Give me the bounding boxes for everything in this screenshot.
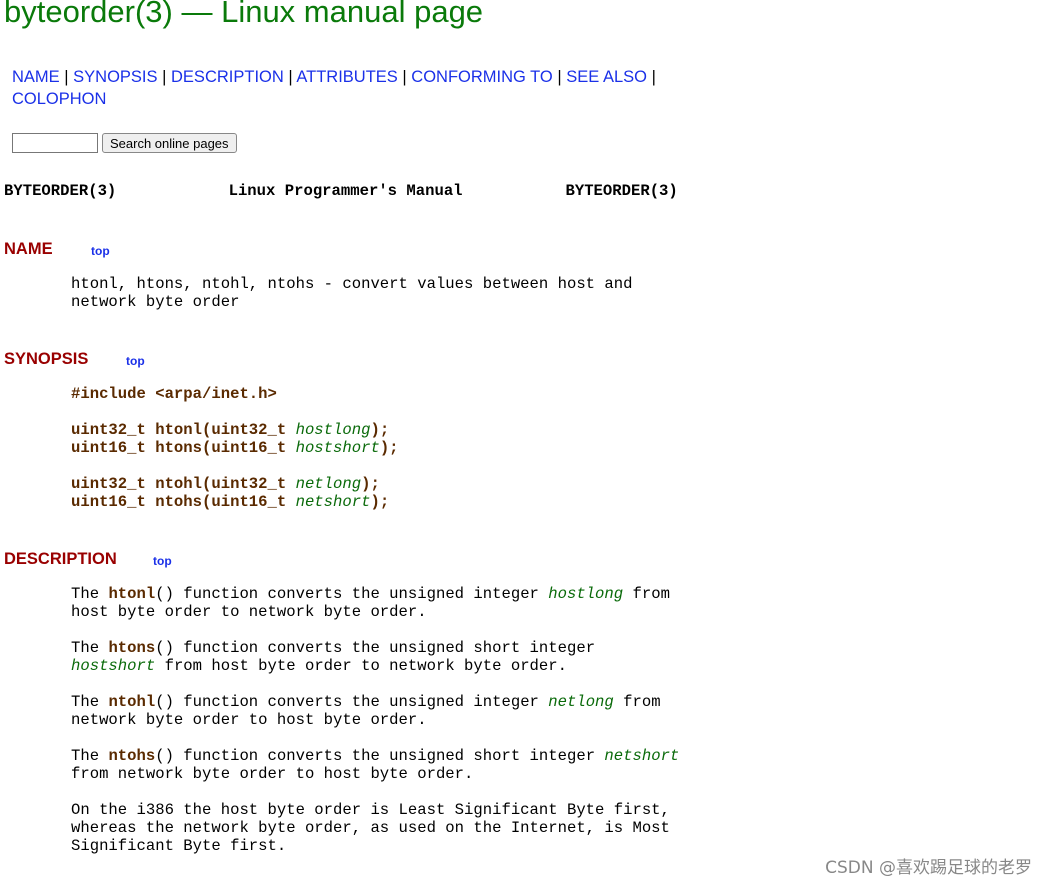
nav-separator: | bbox=[162, 68, 167, 86]
watermark: CSDN @喜欢踢足球的老罗 bbox=[825, 858, 1032, 878]
desc-text: () function converts the unsigned intege… bbox=[155, 693, 549, 711]
desc-text: from bbox=[623, 585, 670, 603]
page-title: byteorder(3) — Linux manual page bbox=[4, 0, 484, 29]
function-name: htons bbox=[108, 639, 156, 657]
param-name: netshort bbox=[604, 747, 680, 765]
prototype-param: netshort bbox=[295, 493, 371, 511]
function-name: ntohl bbox=[108, 693, 156, 711]
param-name: hostshort bbox=[71, 657, 156, 675]
name-line: network byte order bbox=[71, 293, 240, 311]
prototype-param: hostshort bbox=[295, 439, 380, 457]
prototype-prefix: uint16_t htons(uint16_t bbox=[71, 439, 296, 457]
nav-separator: | bbox=[288, 68, 293, 86]
prototype-prefix: uint16_t ntohs(uint16_t bbox=[71, 493, 296, 511]
desc-text: Significant Byte first. bbox=[71, 837, 287, 855]
name-text: htonl, htons, ntohl, ntohs - convert val… bbox=[71, 275, 632, 311]
prototype-param: hostlong bbox=[295, 421, 371, 439]
man-header-right: BYTEORDER(3) bbox=[565, 182, 678, 200]
desc-text: network byte order to host byte order. bbox=[71, 711, 427, 729]
top-link[interactable]: top bbox=[91, 244, 110, 258]
prototype-suffix: ); bbox=[379, 439, 399, 457]
section-heading-name: NAME bbox=[4, 240, 53, 258]
nav-link-attributes[interactable]: ATTRIBUTES bbox=[296, 68, 397, 86]
desc-text: () function converts the unsigned intege… bbox=[155, 585, 549, 603]
param-name: netlong bbox=[548, 693, 614, 711]
search-form: Search online pages bbox=[12, 133, 237, 153]
nav-separator: | bbox=[402, 68, 407, 86]
function-name: htonl bbox=[108, 585, 156, 603]
nav-link-colophon[interactable]: COLOPHON bbox=[12, 90, 106, 108]
function-name: ntohs bbox=[108, 747, 156, 765]
prototype-suffix: ); bbox=[370, 421, 390, 439]
nav-link-description[interactable]: DESCRIPTION bbox=[171, 68, 284, 86]
desc-text: On the i386 the host byte order is Least… bbox=[71, 801, 670, 819]
name-line: htonl, htons, ntohl, ntohs - convert val… bbox=[71, 275, 633, 293]
desc-text: The bbox=[71, 693, 109, 711]
desc-text: host byte order to network byte order. bbox=[71, 603, 427, 621]
prototype-suffix: ); bbox=[370, 493, 390, 511]
desc-text: from bbox=[613, 693, 661, 711]
param-name: hostlong bbox=[548, 585, 624, 603]
nav-separator: | bbox=[651, 68, 656, 86]
desc-text: whereas the network byte order, as used … bbox=[71, 819, 670, 837]
description-text: The htonl() function converts the unsign… bbox=[71, 585, 679, 855]
desc-text: () function converts the unsigned short … bbox=[155, 747, 605, 765]
prototype-param: netlong bbox=[295, 475, 362, 493]
nav-separator: | bbox=[557, 68, 562, 86]
desc-text: The bbox=[71, 639, 109, 657]
section-heading-synopsis: SYNOPSIS bbox=[4, 350, 89, 368]
man-header: BYTEORDER(3) Linux Programmer's Manual B… bbox=[4, 182, 678, 200]
nav-link-synopsis[interactable]: SYNOPSIS bbox=[73, 68, 157, 86]
nav-link-conforming-to[interactable]: CONFORMING TO bbox=[411, 68, 552, 86]
synopsis-code: #include <arpa/inet.h> uint32_t htonl(ui… bbox=[71, 385, 399, 511]
include-line: #include <arpa/inet.h> bbox=[71, 385, 277, 403]
desc-text: The bbox=[71, 585, 109, 603]
man-header-left: BYTEORDER(3) bbox=[4, 182, 117, 200]
desc-text: The bbox=[71, 747, 109, 765]
top-link[interactable]: top bbox=[126, 354, 145, 368]
section-heading-description: DESCRIPTION bbox=[4, 550, 117, 568]
search-button[interactable]: Search online pages bbox=[102, 133, 237, 153]
desc-text: () function converts the unsigned short … bbox=[155, 639, 596, 657]
nav-link-name[interactable]: NAME bbox=[12, 68, 60, 86]
man-header-center: Linux Programmer's Manual bbox=[228, 182, 463, 200]
desc-text: from network byte order to host byte ord… bbox=[71, 765, 474, 783]
prototype-prefix: uint32_t ntohl(uint32_t bbox=[71, 475, 296, 493]
search-input[interactable] bbox=[12, 133, 98, 153]
prototype-prefix: uint32_t htonl(uint32_t bbox=[71, 421, 296, 439]
nav-separator: | bbox=[64, 68, 69, 86]
desc-text: from host byte order to network byte ord… bbox=[155, 657, 567, 675]
top-link[interactable]: top bbox=[153, 554, 172, 568]
prototype-suffix: ); bbox=[361, 475, 380, 493]
nav-link-see-also[interactable]: SEE ALSO bbox=[566, 68, 647, 86]
section-nav: NAME | SYNOPSIS | DESCRIPTION | ATTRIBUT… bbox=[12, 66, 672, 110]
